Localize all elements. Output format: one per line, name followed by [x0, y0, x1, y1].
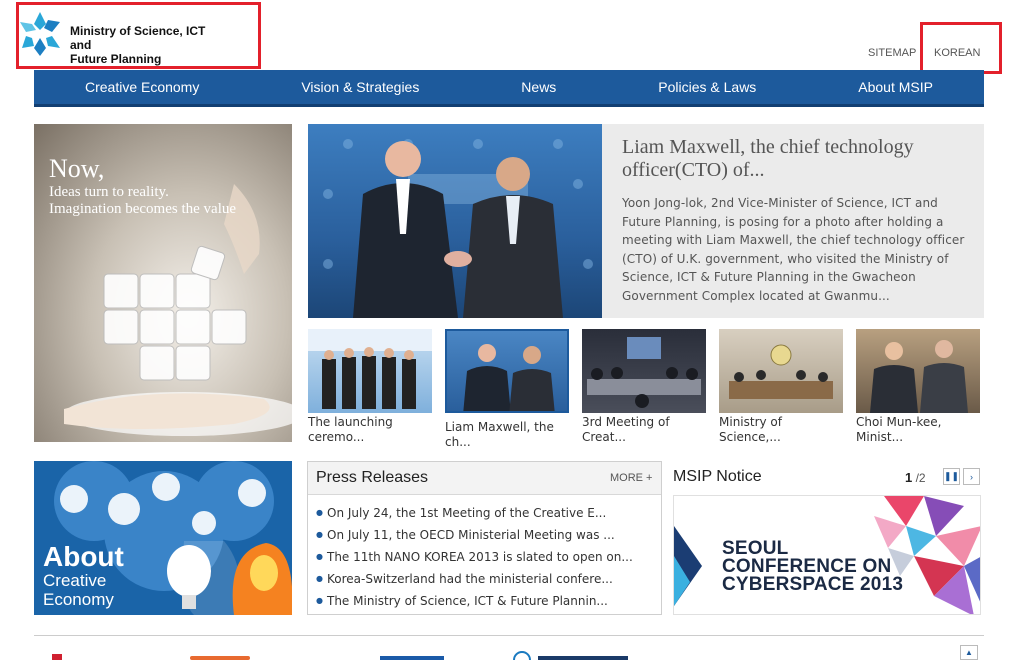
list-item[interactable]: ● The Ministry of Science, ICT & Future P… [316, 590, 646, 612]
thumbnail-handshake-photo [463, 344, 555, 411]
bullet-icon: ● [316, 530, 323, 539]
thumbnail-caption-line2: Creat... [582, 430, 626, 444]
press-item-text: On July 11, the OECD Ministerial Meeting… [327, 528, 615, 542]
bullet-icon: ● [316, 552, 323, 561]
nav-creative-economy[interactable]: Creative Economy [85, 79, 199, 95]
handshake-photo [323, 139, 593, 318]
featured-news-photo[interactable] [308, 124, 602, 318]
creative-economy-banner[interactable]: Now, Ideas turn to reality. Imagination … [34, 124, 292, 442]
news-thumbnail[interactable] [308, 329, 432, 413]
nav-about-msip[interactable]: About MSIP [858, 79, 933, 95]
bullet-icon: ● [316, 508, 323, 517]
thumbnail-caption-line2: ch... [445, 435, 471, 449]
bullet-icon: ● [316, 596, 323, 605]
thumbnail-caption-line1: 3rd Meeting of [582, 415, 670, 429]
thumbnail-caption[interactable]: 3rd Meeting of Creat... [582, 415, 706, 445]
thumbnail-caption[interactable]: Ministry of Science,... [719, 415, 843, 445]
ministry-name-line2: Future Planning [70, 52, 162, 66]
thumbnail-caption-line1: Ministry of Science,... [719, 415, 782, 444]
press-more-link[interactable]: MORE + [610, 472, 652, 484]
korean-link[interactable]: KOREAN [934, 47, 980, 59]
banner-text-line2: Imagination becomes the value [49, 201, 237, 217]
news-thumbnail[interactable] [856, 329, 980, 413]
bullet-icon: ● [316, 574, 323, 583]
active-thumbnail-pointer [503, 319, 515, 325]
pause-icon: ❚❚ [943, 471, 960, 481]
thumbnail-caption[interactable]: Choi Mun-kee, Minist... [856, 415, 980, 445]
about-subheading-line2: Economy [43, 590, 114, 609]
list-item[interactable]: ● Korea-Switzerland had the ministerial c… [316, 568, 646, 590]
thumbnail-conference-photo [729, 344, 833, 399]
thumbnail-caption-line2: Minist... [856, 430, 904, 444]
notice-page-total: /2 [915, 471, 926, 485]
thumbnail-group-photo [308, 329, 432, 409]
scroll-up-button[interactable]: ▲ [960, 645, 978, 660]
thumbnail-caption-line1: Liam Maxwell, the [445, 420, 554, 434]
thumbnail-caption[interactable]: The launching ceremo... [308, 415, 432, 445]
press-item-text: The Ministry of Science, ICT & Future Pl… [327, 594, 608, 608]
main-nav: Creative Economy Vision & Strategies New… [34, 70, 984, 107]
notice-pager: 1 /2 [905, 470, 926, 485]
ministry-name-line1: Ministry of Science, ICT and [70, 24, 206, 52]
next-icon: › [970, 471, 973, 482]
pause-button[interactable]: ❚❚ [943, 468, 960, 485]
nav-vision-strategies[interactable]: Vision & Strategies [301, 79, 419, 95]
footer-divider [34, 635, 984, 636]
list-item[interactable]: ● The 11th NANO KOREA 2013 is slated to o… [316, 546, 646, 568]
thumbnail-caption-line2: ceremo... [308, 430, 365, 444]
banner-text-line1: Ideas turn to reality. [49, 184, 169, 200]
featured-news-title[interactable]: Liam Maxwell, the chief technology offic… [622, 136, 962, 182]
news-thumbnail-active[interactable] [445, 329, 569, 413]
press-releases-list: ● On July 24, the 1st Meeting of the Crea… [316, 502, 646, 612]
featured-news-summary: Yoon Jong-lok, 2nd Vice-Minister of Scie… [622, 196, 965, 303]
notice-page-current: 1 [905, 470, 913, 485]
thumbnail-handshake-photo [870, 340, 968, 413]
news-thumbnail[interactable] [582, 329, 706, 413]
thumbnail-caption[interactable]: Liam Maxwell, the ch... [445, 420, 569, 450]
about-heading: About [43, 541, 124, 572]
press-item-text: The 11th NANO KOREA 2013 is slated to op… [327, 550, 633, 564]
list-item[interactable]: ● On July 24, the 1st Meeting of the Crea… [316, 502, 646, 524]
msip-logo-icon[interactable] [18, 10, 62, 58]
notice-title: MSIP Notice [673, 468, 762, 485]
ministry-name[interactable]: Ministry of Science, ICT and Future Plan… [70, 24, 230, 66]
nav-policies-laws[interactable]: Policies & Laws [658, 79, 756, 95]
banner-heading: Now, [49, 154, 105, 183]
notice-banner-line3: CYBERSPACE 2013 [722, 574, 904, 595]
thumbnail-meeting-photo [587, 337, 701, 408]
about-subheading-line1: Creative [43, 571, 107, 590]
press-item-text: Korea-Switzerland had the ministerial co… [327, 572, 613, 586]
list-item[interactable]: ● On July 11, the OECD Ministerial Meetin… [316, 524, 646, 546]
notice-banner[interactable]: SEOUL CONFERENCE ON CYBERSPACE 2013 [673, 495, 981, 615]
next-button[interactable]: › [963, 468, 980, 485]
nav-news[interactable]: News [521, 79, 556, 95]
news-thumbnail[interactable] [719, 329, 843, 413]
press-item-text: On July 24, the 1st Meeting of the Creat… [327, 506, 607, 520]
thumbnail-caption-line1: The launching [308, 415, 393, 429]
partner-logos-strip [52, 651, 628, 660]
sitemap-link[interactable]: SITEMAP [868, 47, 916, 59]
thumbnail-caption-line1: Choi Mun-kee, [856, 415, 942, 429]
about-creative-economy-banner[interactable]: About Creative Economy [34, 461, 292, 615]
chevron-up-icon: ▲ [965, 648, 973, 657]
press-releases-title: Press Releases [316, 469, 429, 486]
